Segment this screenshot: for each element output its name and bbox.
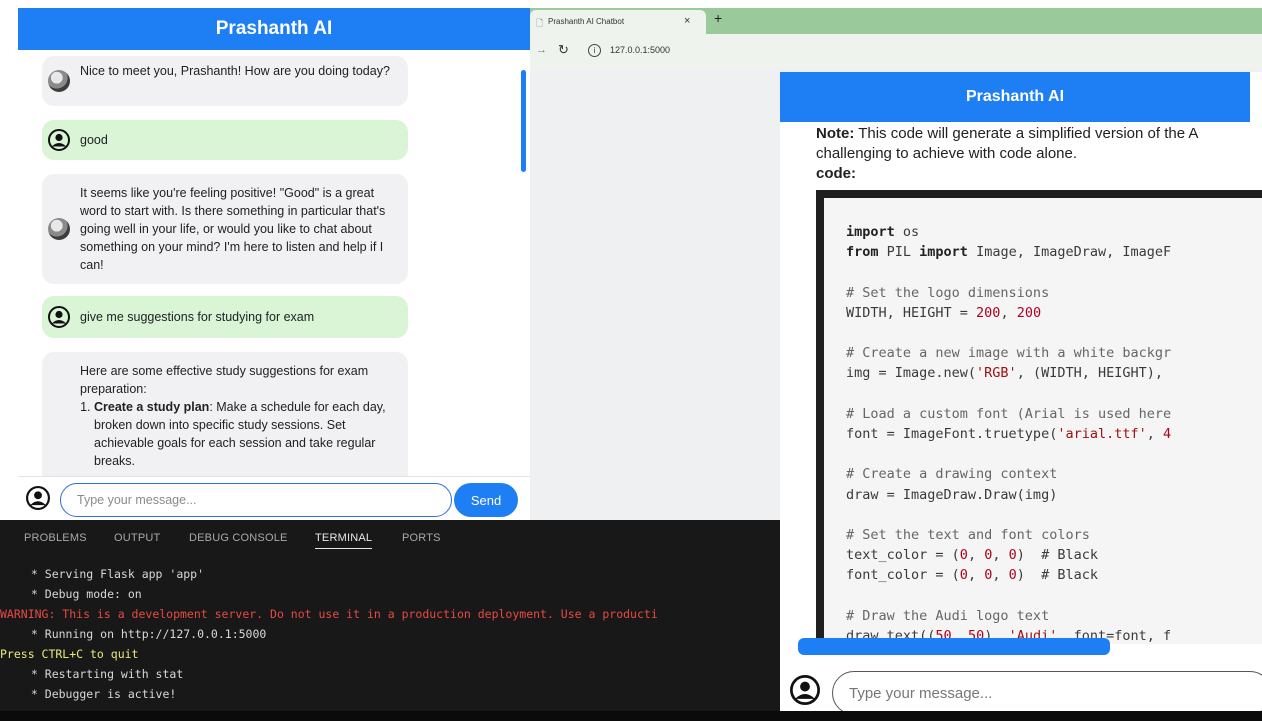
code-label: code: [816,165,857,182]
code-horizontal-scrollbar[interactable] [798,638,1110,655]
message-content: Here are some effective study suggestion… [80,362,402,470]
tab-strip: 🗋 Prashanth AI Chatbot × + [530,8,1262,34]
suggestion-title: Create a study plan [94,400,210,414]
code-line: font_color = (0, 0, 0) # Black [846,567,1099,584]
left-message-input[interactable] [60,483,452,517]
suggestion-list: Create a study plan: Make a schedule for… [80,398,402,470]
message-text: Nice to meet you, Prashanth! How are you… [80,64,390,78]
code-line: WIDTH, HEIGHT = 200, 200 [846,304,1042,321]
terminal-line: * Debug mode: on [24,587,142,601]
panel-tab-debug-console[interactable]: DEBUG CONSOLE [189,532,288,544]
suggestion-item: Create a study plan: Make a schedule for… [94,398,402,470]
left-chat-window: Prashanth AI Nice to meet you, Prashanth… [18,8,530,520]
panel-tab-terminal[interactable]: TERMINAL [315,532,373,549]
bot-response: Note: This code will generate a simplifi… [816,124,1262,184]
code-line: draw = ImageDraw.Draw(img) [846,486,1058,503]
address-bar[interactable]: 127.0.0.1:5000 [610,45,670,55]
note-text-continued: challenging to achieve with code alone. [816,145,1078,162]
code-line: # Load a custom font (Arial is used here [846,405,1172,422]
message-bot: It seems like you're feeling positive! "… [42,174,408,284]
terminal-line: Press CTRL+C to quit [0,647,139,661]
left-input-row: Send [18,476,530,520]
code-line: # Create a new image with a white backgr [846,345,1172,362]
send-button[interactable]: Send [454,483,518,517]
code-line: # Draw the Audi logo text [846,607,1050,624]
screenshot-root: Prashanth AI Nice to meet you, Prashanth… [0,0,1262,721]
back-arrow-icon[interactable]: → [536,44,547,56]
panel-tab-output[interactable]: OUTPUT [114,532,160,544]
browser-toolbar: → ↻ i 127.0.0.1:5000 [530,34,1262,68]
code-block[interactable]: import os from PIL import Image, ImageDra… [816,190,1262,644]
panel-tab-ports[interactable]: PORTS [402,532,441,544]
vscode-terminal-panel: PROBLEMS OUTPUT DEBUG CONSOLE TERMINAL PORTS… [0,520,780,721]
terminal-output[interactable]: * Serving Flask app 'app' * Debug mode: … [0,564,658,704]
note-label: Note: [816,125,855,142]
page-favicon-icon: 🗋 [536,18,544,28]
message-bot: Here are some effective study suggestion… [42,352,408,476]
code-line: # Create a drawing context [846,466,1058,483]
user-avatar-icon [48,129,70,151]
left-chat-title: Prashanth AI [18,8,530,50]
note-text: This code will generate a simplified ver… [854,125,1199,142]
terminal-line: * Serving Flask app 'app' [24,567,205,581]
user-avatar-icon [790,675,820,705]
message-user: good [42,120,408,160]
right-chat-window: Prashanth AI Note: This code will genera… [780,72,1262,721]
panel-tab-problems[interactable]: PROBLEMS [24,532,87,544]
code-line: import os [846,224,920,240]
message-text: good [80,133,108,147]
message-text: give me suggestions for studying for exa… [80,310,315,324]
code-line: font = ImageFont.truetype('arial.ttf', 4 [846,426,1172,443]
terminal-line: * Restarting with stat [24,667,184,681]
code-line: text_color = (0, 0, 0) # Black [846,547,1099,564]
tab-title: Prashanth AI Chatbot [548,17,625,26]
bot-avatar-icon [48,218,70,240]
message-bot: Nice to meet you, Prashanth! How are you… [42,56,408,106]
tab-close-icon[interactable]: × [684,15,690,27]
new-tab-icon[interactable]: + [714,10,722,26]
bottom-edge [0,711,1262,721]
left-scrollbar-thumb[interactable] [521,70,526,172]
left-message-list[interactable]: Nice to meet you, Prashanth! How are you… [18,50,530,476]
site-info-icon[interactable]: i [588,44,601,57]
reload-icon[interactable]: ↻ [558,42,569,58]
message-user: give me suggestions for studying for exa… [42,296,408,338]
terminal-line: WARNING: This is a development server. D… [0,607,658,621]
terminal-line: * Debugger is active! [24,687,177,701]
code-line: img = Image.new('RGB', (WIDTH, HEIGHT), [846,365,1163,382]
code-line: # Set the logo dimensions [846,284,1050,301]
right-chat-title: Prashanth AI [780,72,1250,122]
terminal-line: * Running on http://127.0.0.1:5000 [24,627,267,641]
message-intro: Here are some effective study suggestion… [80,364,369,396]
user-avatar-icon [26,486,50,510]
code-content: import os from PIL import Image, ImageDra… [846,222,1171,644]
code-line: # Set the text and font colors [846,527,1090,544]
code-line: from PIL import Image, ImageDraw, ImageF [846,244,1172,261]
bot-avatar-icon [48,70,70,92]
user-avatar-icon [48,306,70,328]
tab-prashanth-ai-chatbot[interactable]: 🗋 Prashanth AI Chatbot × [530,10,706,34]
note-line: Note: This code will generate a simplifi… [816,124,1262,144]
message-text: It seems like you're feeling positive! "… [80,186,386,272]
right-message-input[interactable] [832,671,1262,715]
